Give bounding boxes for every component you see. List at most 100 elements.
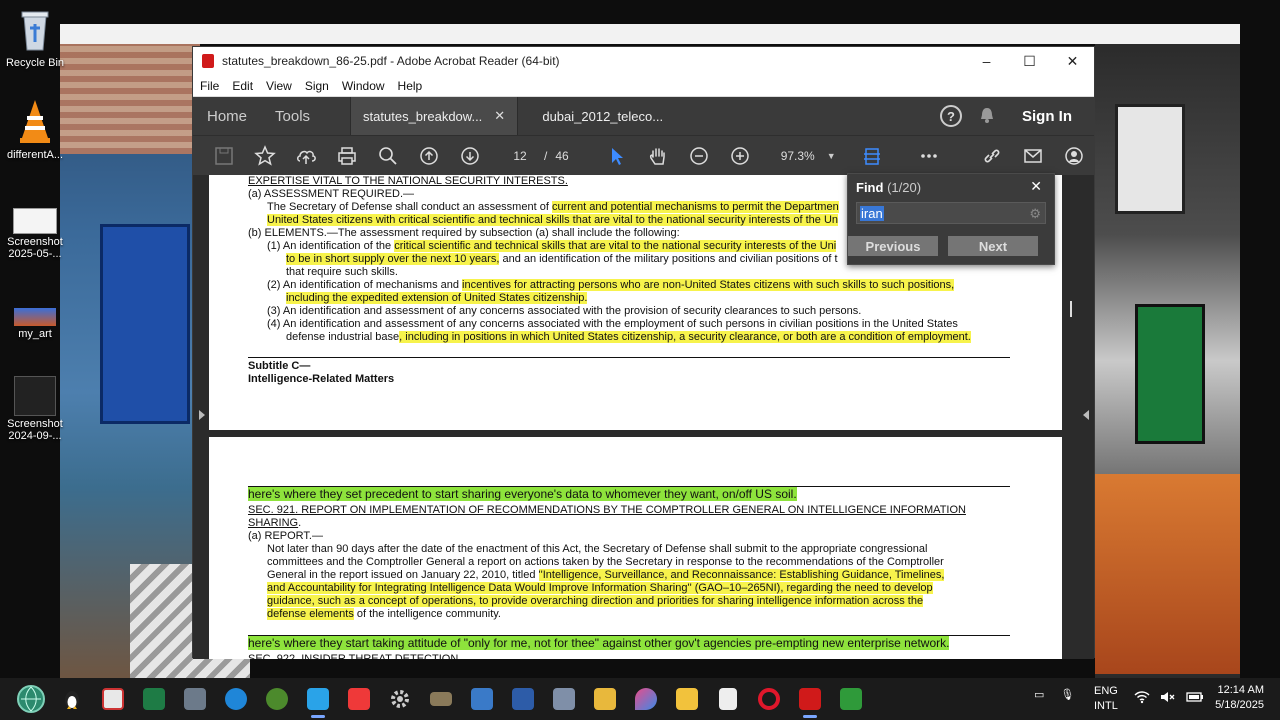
remote-desktop-icon[interactable] (502, 678, 543, 720)
bookmark-star-icon[interactable] (244, 140, 285, 172)
print-icon[interactable] (326, 140, 367, 172)
minimize-button[interactable]: – (965, 47, 1008, 75)
zoom-level[interactable]: 97.3% (781, 149, 821, 163)
page-number-input[interactable]: 12 (500, 145, 540, 167)
previous-page-icon[interactable] (408, 140, 449, 172)
left-panel-toggle-icon[interactable] (199, 410, 205, 420)
pdf-text-line: (a) REPORT.— (248, 530, 323, 543)
highlighted-text: here's where they set precedent to start… (248, 487, 797, 501)
text-span: SHARING (248, 517, 299, 529)
next-page-icon[interactable] (449, 140, 490, 172)
highlighted-text: current and potential mechanisms to perm… (551, 201, 839, 213)
select-cursor-icon[interactable] (597, 140, 638, 172)
zoom-in-icon[interactable] (720, 140, 761, 172)
vivaldi-icon[interactable] (338, 678, 379, 720)
close-button[interactable]: ✕ (1051, 47, 1094, 75)
wallpaper-left (60, 44, 250, 678)
scrollbar-thumb[interactable] (1070, 301, 1072, 317)
email-icon[interactable] (1012, 140, 1053, 172)
wifi-icon[interactable] (1134, 690, 1150, 707)
image-thumbnail-icon (14, 308, 56, 326)
desktop-icon-recycle-bin[interactable]: Recycle Bin (0, 6, 70, 69)
menu-window[interactable]: Window (337, 79, 393, 93)
find-settings-gear-icon[interactable]: ⚙ (1029, 206, 1041, 222)
document-tab-statutes[interactable]: statutes_breakdow... ✕ (350, 97, 518, 135)
wing-app-icon[interactable] (297, 678, 338, 720)
network-icon[interactable] (543, 678, 584, 720)
monitor-icon[interactable] (461, 678, 502, 720)
microphone-icon[interactable]: 🎙 (1060, 688, 1074, 701)
sign-in-button[interactable]: Sign In (1022, 108, 1072, 125)
app-launcher-icon[interactable] (92, 678, 133, 720)
pdf-text-line: SEC. 922. INSIDER THREAT DETECTION. (248, 653, 461, 659)
file-explorer-icon[interactable] (666, 678, 707, 720)
menu-view[interactable]: View (261, 79, 300, 93)
menu-bar: File Edit View Sign Window Help (193, 75, 1094, 97)
menu-file[interactable]: File (195, 79, 227, 93)
linux-penguin-icon[interactable] (51, 678, 92, 720)
menu-edit[interactable]: Edit (227, 79, 261, 93)
desktop-icon-vlc[interactable]: differentA... (0, 98, 70, 161)
paint-drop-icon[interactable] (625, 678, 666, 720)
acrobat-taskbar-icon[interactable] (789, 678, 830, 720)
desktop-icon-my-art[interactable]: my_art (0, 308, 70, 340)
help-icon[interactable]: ? (940, 105, 962, 127)
pdf-text-line: General in the report issued on January … (267, 569, 945, 582)
volume-muted-icon[interactable] (1160, 690, 1176, 707)
clock-time: 12:14 AM (1217, 684, 1264, 696)
start-globe-icon[interactable] (10, 678, 51, 720)
language-indicator[interactable]: ENG INTL (1094, 684, 1118, 714)
photos-icon[interactable] (584, 678, 625, 720)
calculator-icon[interactable] (174, 678, 215, 720)
tab-tools[interactable]: Tools (261, 97, 324, 135)
text-span: Intelligence-Related Matters (248, 373, 395, 385)
find-match-count: (1/20) (887, 180, 922, 195)
settings-gear-icon[interactable] (379, 678, 420, 720)
wallpaper-top (60, 24, 1240, 44)
device-icon[interactable]: ▭ (1034, 688, 1044, 701)
system-clock[interactable]: 12:14 AM 5/18/2025 (1215, 683, 1264, 713)
excel-icon[interactable] (133, 678, 174, 720)
pdf-text-line: guidance, such as a concept of operation… (267, 595, 924, 608)
scanner-icon[interactable] (420, 678, 461, 720)
highlighted-text: ''Intelligence, Surveillance, and Reconn… (538, 569, 945, 581)
maximize-button[interactable]: ☐ (1008, 47, 1051, 75)
search-icon[interactable] (367, 140, 408, 172)
desktop-icon-screenshot-2024[interactable]: Screenshot 2024-09-... (0, 376, 70, 442)
close-find-icon[interactable]: ✕ (1030, 178, 1042, 195)
tree-app-icon[interactable] (256, 678, 297, 720)
battery-icon[interactable] (1186, 691, 1204, 706)
spreadsheet-app-icon[interactable] (830, 678, 871, 720)
desktop-icon-screenshot-2025[interactable]: Screenshot 2025-05-... (0, 208, 70, 260)
find-panel: Find (1/20) ✕ iran ⚙ Previous Next (847, 173, 1055, 265)
notepad-icon[interactable] (707, 678, 748, 720)
hand-tool-icon[interactable] (638, 140, 679, 172)
close-tab-icon[interactable]: ✕ (494, 108, 505, 124)
find-previous-button[interactable]: Previous (848, 236, 938, 256)
text-span: of the intelligence community. (353, 608, 501, 620)
cloud-upload-icon[interactable] (285, 140, 326, 172)
text-span: SEC. 921. REPORT ON IMPLEMENTATION OF RE… (248, 504, 966, 516)
document-tab-dubai[interactable]: dubai_2012_teleco... (517, 97, 687, 135)
menu-help[interactable]: Help (393, 79, 431, 93)
find-input[interactable]: iran ⚙ (856, 202, 1046, 224)
find-next-button[interactable]: Next (948, 236, 1038, 256)
save-icon[interactable] (203, 140, 244, 172)
right-panel-toggle-icon[interactable] (1083, 410, 1089, 420)
document-tab-label: statutes_breakdow... (363, 108, 483, 124)
text-span: (a) REPORT.— (248, 530, 323, 542)
more-tools-icon[interactable] (909, 140, 950, 172)
zoom-dropdown-icon[interactable]: ▼ (827, 151, 836, 161)
zoom-out-icon[interactable] (679, 140, 720, 172)
fit-page-icon[interactable] (852, 140, 893, 172)
opera-icon[interactable] (748, 678, 789, 720)
page-separator: / (544, 148, 548, 163)
blue-app-icon[interactable] (215, 678, 256, 720)
text-span: . (298, 517, 302, 529)
menu-sign[interactable]: Sign (300, 79, 337, 93)
share-user-icon[interactable] (1053, 140, 1094, 172)
document-tab-label: dubai_2012_teleco... (542, 108, 664, 124)
notification-bell-icon[interactable] (978, 106, 996, 127)
link-icon[interactable] (971, 140, 1012, 172)
tab-home[interactable]: Home (193, 97, 261, 135)
